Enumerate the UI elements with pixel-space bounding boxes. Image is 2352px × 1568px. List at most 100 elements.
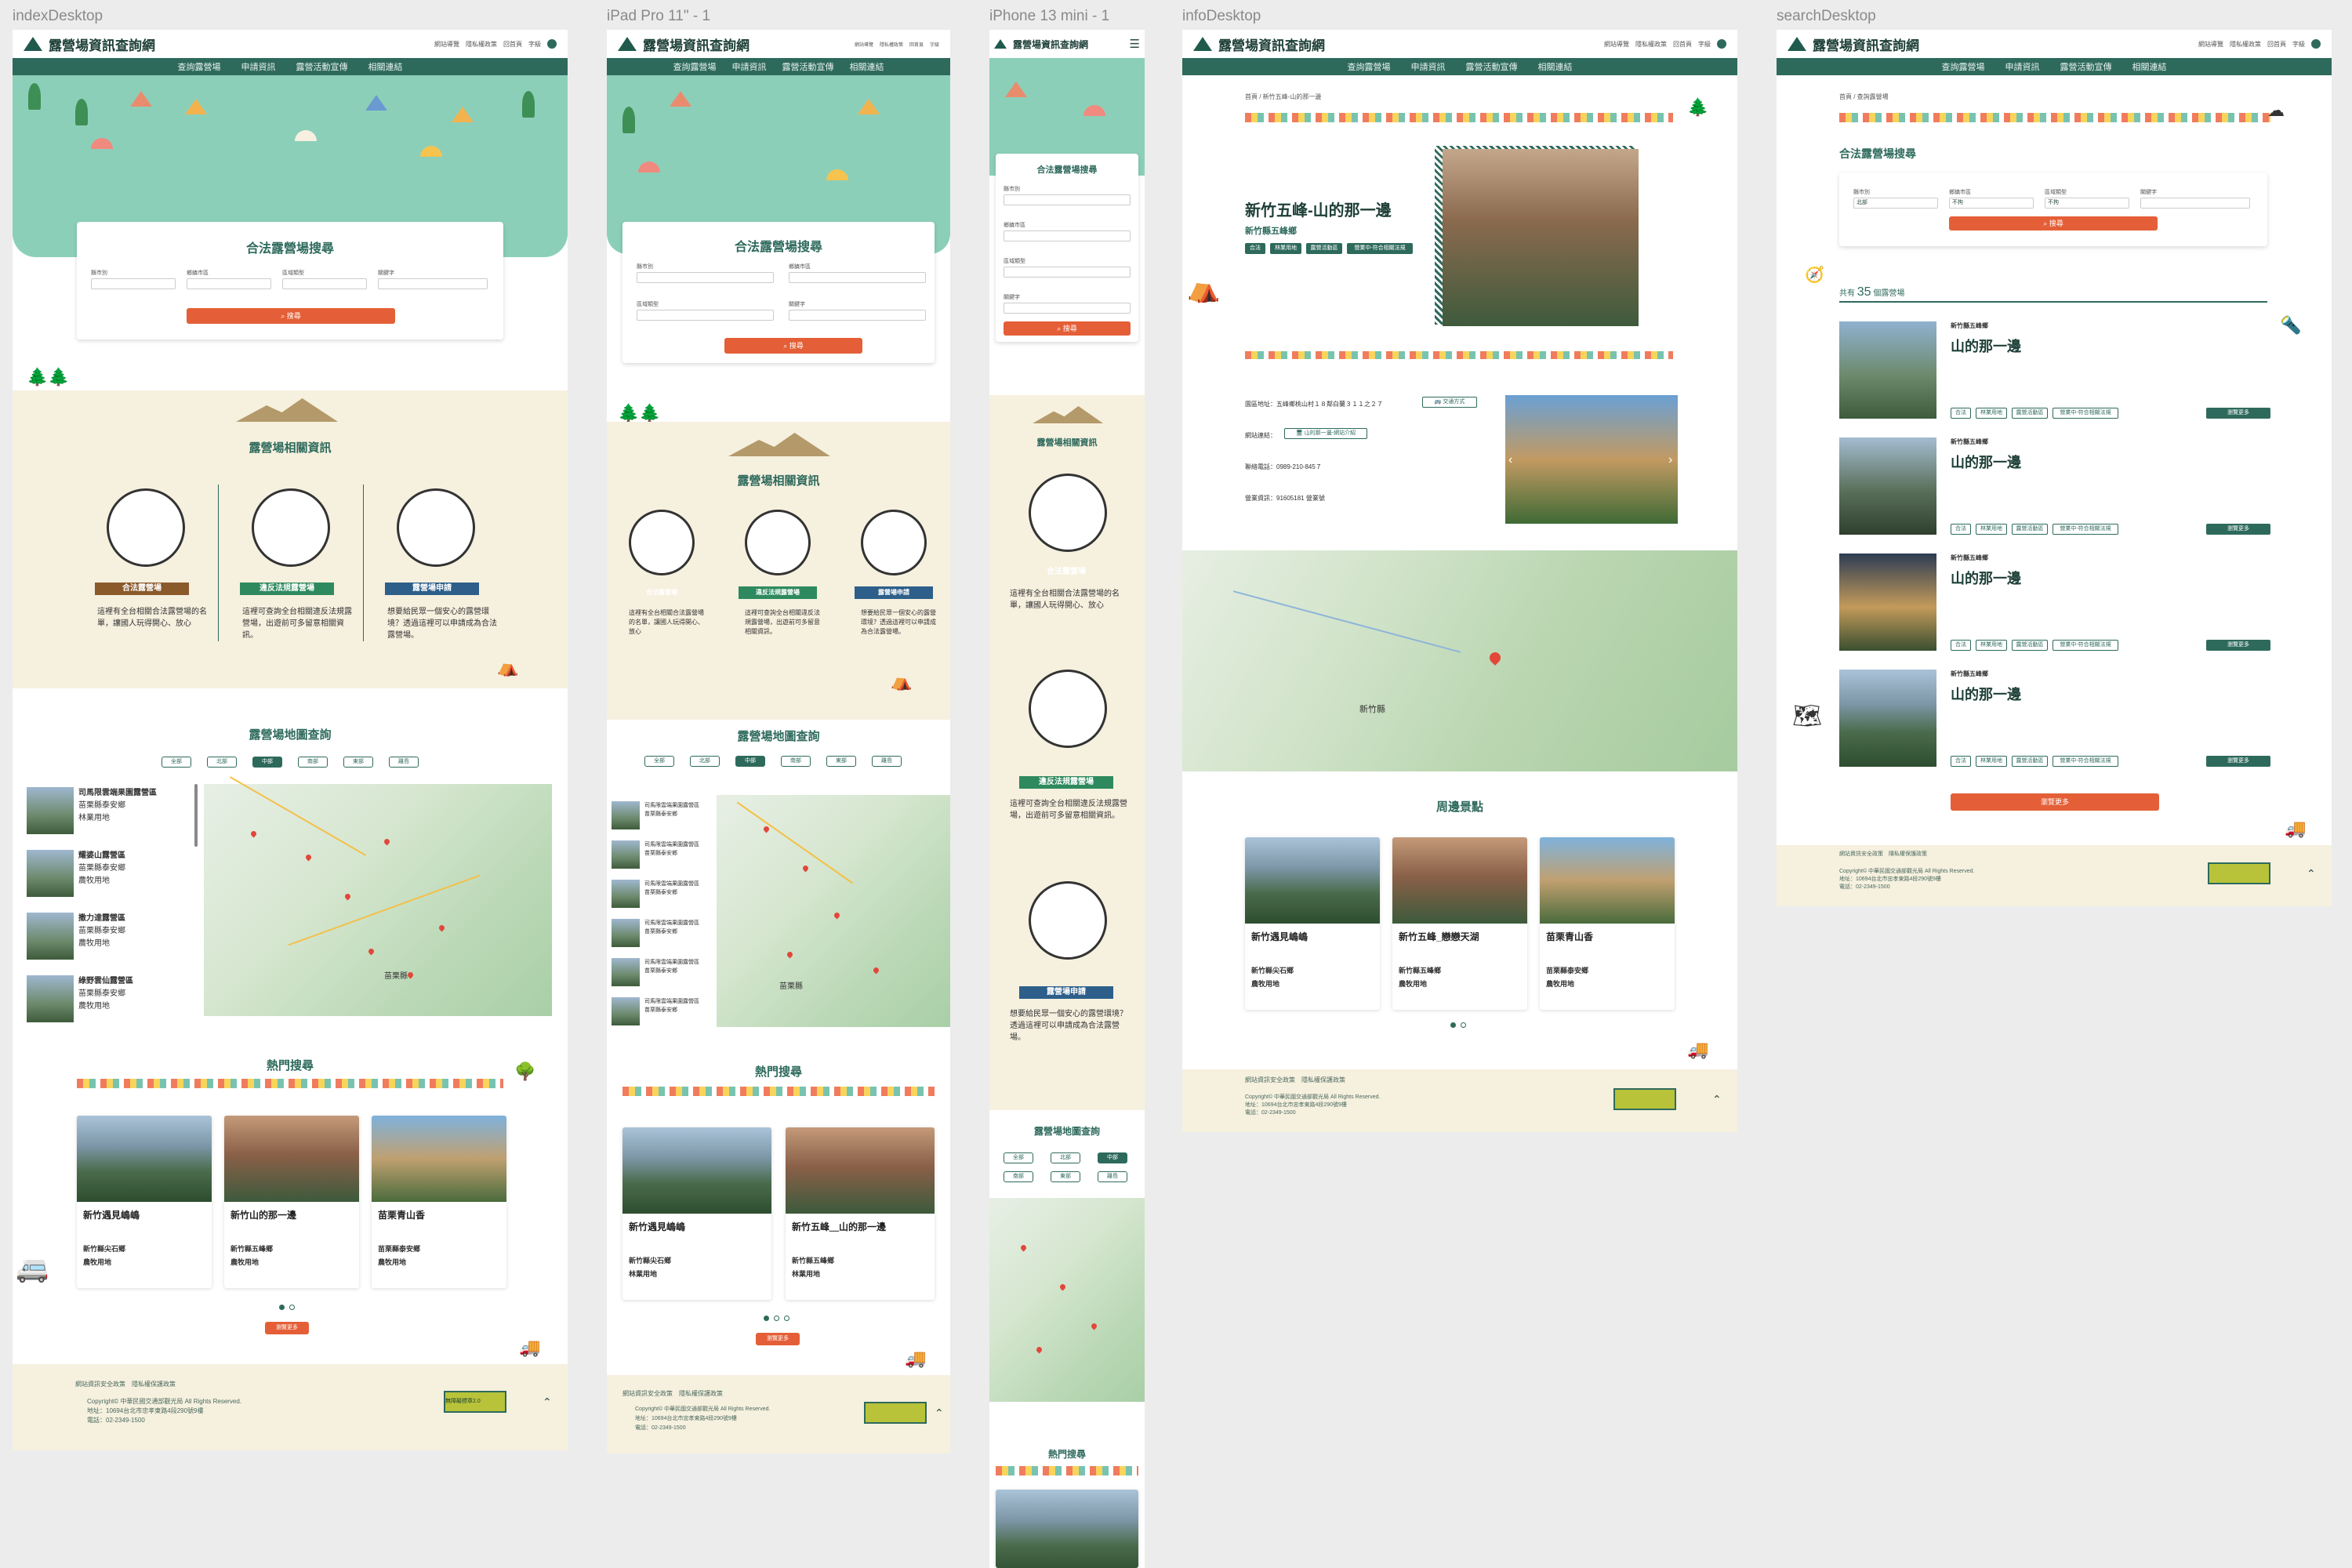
back-to-top-icon[interactable]: ⌃ bbox=[1712, 1093, 1722, 1106]
region-tab-islands[interactable]: 離島 bbox=[872, 756, 902, 767]
hot-card[interactable]: 新竹遇見嶋嶋 新竹縣尖石鄉 林業用地 bbox=[622, 1127, 771, 1300]
back-to-top-icon[interactable]: ⌃ bbox=[543, 1396, 552, 1409]
map-pin-icon[interactable] bbox=[343, 892, 352, 901]
illegal-camp-ribbon[interactable]: 違反法規露營場 bbox=[240, 583, 334, 595]
search-button[interactable]: ⌕ 搜尋 bbox=[1949, 216, 2158, 230]
county-select[interactable] bbox=[637, 272, 774, 283]
load-more-button[interactable]: 瀏覽更多 bbox=[1951, 793, 2159, 811]
accessibility-badge[interactable] bbox=[864, 1402, 927, 1424]
accessibility-badge[interactable] bbox=[1613, 1088, 1676, 1110]
legal-camp-ribbon[interactable]: 合法露營場 bbox=[622, 586, 701, 599]
util-privacy[interactable]: 隱私權政策 bbox=[466, 40, 497, 49]
map-pin-icon[interactable] bbox=[1035, 1345, 1044, 1354]
nav-item-links[interactable]: 相關連結 bbox=[2132, 60, 2167, 73]
accessibility-badge[interactable]: 無障礙標章2.0 bbox=[444, 1391, 506, 1413]
breadcrumb[interactable]: 首頁 / 查詢露營場 bbox=[1839, 93, 1889, 102]
region-tab-islands[interactable]: 離島 bbox=[389, 757, 419, 768]
site-title[interactable]: 露營場資訊查詢網 bbox=[1218, 34, 1325, 54]
carousel-dots[interactable] bbox=[1450, 1022, 1466, 1028]
region-tab-east[interactable]: 東部 bbox=[343, 757, 373, 768]
region-tab-south[interactable]: 南部 bbox=[1004, 1171, 1033, 1182]
nav-item-links[interactable]: 相關連結 bbox=[368, 60, 403, 73]
camp-gallery-photo[interactable] bbox=[1505, 395, 1678, 524]
county-select[interactable] bbox=[91, 278, 176, 289]
nav-item-apply[interactable]: 申請資訊 bbox=[1411, 60, 1446, 73]
illegal-camp-ribbon[interactable]: 違反法規露營場 bbox=[739, 586, 817, 599]
map-list-item[interactable]: 撒力達露營區 苗栗縣泰安鄉 農牧用地 bbox=[27, 913, 125, 960]
town-select[interactable]: 不拘 bbox=[1949, 198, 2034, 209]
map-pin-icon[interactable] bbox=[833, 911, 841, 920]
nav-item-search[interactable]: 查詢露營場 bbox=[178, 60, 221, 73]
util-sitemap[interactable]: 網站導覽 bbox=[434, 40, 459, 49]
hot-card[interactable] bbox=[996, 1490, 1138, 1568]
lang-icon[interactable] bbox=[1717, 39, 1726, 49]
apply-camp-ribbon[interactable]: 露營場申請 bbox=[1019, 986, 1113, 999]
region-tab-central[interactable]: 中部 bbox=[1098, 1152, 1127, 1163]
map-pin-icon[interactable] bbox=[437, 924, 446, 932]
region-tab-all[interactable]: 全部 bbox=[162, 757, 191, 768]
search-button[interactable]: ⌕ 搜尋 bbox=[1004, 321, 1131, 336]
hot-card[interactable]: 苗栗青山香 苗栗縣泰安鄉 農牧用地 bbox=[372, 1116, 506, 1288]
keyword-input[interactable] bbox=[789, 310, 926, 321]
result-name[interactable]: 山的那一邊 bbox=[1951, 568, 2021, 588]
nearby-card[interactable]: 新竹五峰_戀戀天湖 新竹縣五峰鄉 農牧用地 bbox=[1392, 837, 1527, 1010]
region-tab-north[interactable]: 北部 bbox=[207, 757, 237, 768]
map-pin-icon[interactable] bbox=[1058, 1283, 1067, 1291]
region-tab-all[interactable]: 全部 bbox=[1004, 1152, 1033, 1163]
footer-links[interactable]: 網站資訊安全政策 隱私權保護政策 bbox=[622, 1389, 723, 1399]
site-title[interactable]: 露營場資訊查詢網 bbox=[49, 34, 155, 54]
search-button[interactable]: ⌕ 搜尋 bbox=[187, 308, 395, 324]
keyword-input[interactable] bbox=[1004, 303, 1131, 314]
keyword-input[interactable] bbox=[378, 278, 488, 289]
back-to-top-icon[interactable]: ⌃ bbox=[935, 1406, 944, 1420]
map-list-item[interactable]: 司馬限雲端果園露營區 苗栗縣泰安鄉 林業用地 bbox=[27, 787, 157, 834]
map-pin-icon[interactable] bbox=[1019, 1243, 1028, 1252]
map-pin-icon[interactable] bbox=[367, 947, 376, 956]
map-list-item[interactable]: 司馬限雲端果園露營區 苗栗縣泰安鄉 bbox=[612, 801, 699, 829]
town-select[interactable] bbox=[187, 278, 271, 289]
result-thumb[interactable] bbox=[1839, 321, 1936, 419]
county-select[interactable] bbox=[1004, 194, 1131, 205]
nav-item-events[interactable]: 露營活動宣傳 bbox=[782, 60, 834, 73]
hot-card[interactable]: 新竹五峰＿山的那一邊 新竹縣五峰鄉 林業用地 bbox=[786, 1127, 935, 1300]
nav-item-apply[interactable]: 申請資訊 bbox=[2005, 60, 2040, 73]
nav-item-search[interactable]: 查詢露營場 bbox=[673, 60, 717, 73]
location-map[interactable]: 新竹縣 bbox=[1182, 550, 1737, 771]
back-to-top-icon[interactable]: ⌃ bbox=[2307, 867, 2316, 880]
map-pin-icon[interactable] bbox=[786, 950, 794, 959]
area-select[interactable]: 不拘 bbox=[2045, 198, 2129, 209]
camp-map[interactable]: 苗栗縣 bbox=[204, 776, 552, 1016]
location-pin-icon[interactable] bbox=[1487, 650, 1503, 666]
hot-card[interactable]: 新竹山的那一邊 新竹縣五峰鄉 農牧用地 bbox=[224, 1116, 359, 1288]
map-list-item[interactable]: 司馬限雲端果園露營區 苗栗縣泰安鄉 bbox=[612, 997, 699, 1025]
hot-card[interactable]: 新竹遇見嶋嶋 新竹縣尖石鄉 農牧用地 bbox=[77, 1116, 212, 1288]
map-list-item[interactable]: 綠野雲仙露營區 苗栗縣泰安鄉 農牧用地 bbox=[27, 975, 133, 1022]
map-pin-icon[interactable] bbox=[383, 837, 391, 846]
footer-links[interactable]: 網站資訊安全政策 隱私權保護政策 bbox=[1839, 850, 1927, 859]
website-link-button[interactable]: 🖥 山的那一邊-網站介紹 bbox=[1284, 428, 1367, 439]
more-button[interactable]: 瀏覽更多 bbox=[756, 1333, 800, 1345]
result-thumb[interactable] bbox=[1839, 437, 1936, 535]
apply-camp-ribbon[interactable]: 露營場申請 bbox=[385, 583, 479, 595]
result-detail-button[interactable]: 瀏覽更多 bbox=[2206, 640, 2270, 651]
map-list-item[interactable]: 司馬限雲端果園露營區 苗栗縣泰安鄉 bbox=[612, 840, 699, 869]
camp-map[interactable]: 苗栗縣 bbox=[717, 795, 950, 1027]
site-title[interactable]: 露營場資訊查詢網 bbox=[1813, 34, 1919, 54]
region-tab-north[interactable]: 北部 bbox=[690, 756, 720, 767]
nav-item-links[interactable]: 相關連結 bbox=[850, 60, 884, 73]
hamburger-menu-icon[interactable]: ☰ bbox=[1130, 37, 1140, 51]
region-tab-north[interactable]: 北部 bbox=[1051, 1152, 1080, 1163]
nearby-card[interactable]: 新竹遇見嶋嶋 新竹縣尖石鄉 農牧用地 bbox=[1245, 837, 1380, 1010]
map-pin-icon[interactable] bbox=[762, 825, 771, 833]
nearby-card[interactable]: 苗栗青山香 苗栗縣泰安鄉 農牧用地 bbox=[1540, 837, 1675, 1010]
util-fontsize[interactable]: 字級 bbox=[528, 40, 541, 49]
keyword-input[interactable] bbox=[2140, 198, 2250, 209]
footer-links[interactable]: 網站資訊安全政策 隱私權保護政策 bbox=[75, 1380, 176, 1389]
lang-icon[interactable] bbox=[547, 39, 557, 49]
map-list-item[interactable]: 司馬限雲端果園露營區 苗栗縣泰安鄉 bbox=[612, 880, 699, 908]
result-name[interactable]: 山的那一邊 bbox=[1951, 336, 2021, 356]
map-pin-icon[interactable] bbox=[1090, 1322, 1098, 1330]
region-tab-central[interactable]: 中部 bbox=[252, 757, 282, 768]
apply-camp-ribbon[interactable]: 露營場申請 bbox=[855, 586, 933, 599]
result-detail-button[interactable]: 瀏覽更多 bbox=[2206, 408, 2270, 419]
